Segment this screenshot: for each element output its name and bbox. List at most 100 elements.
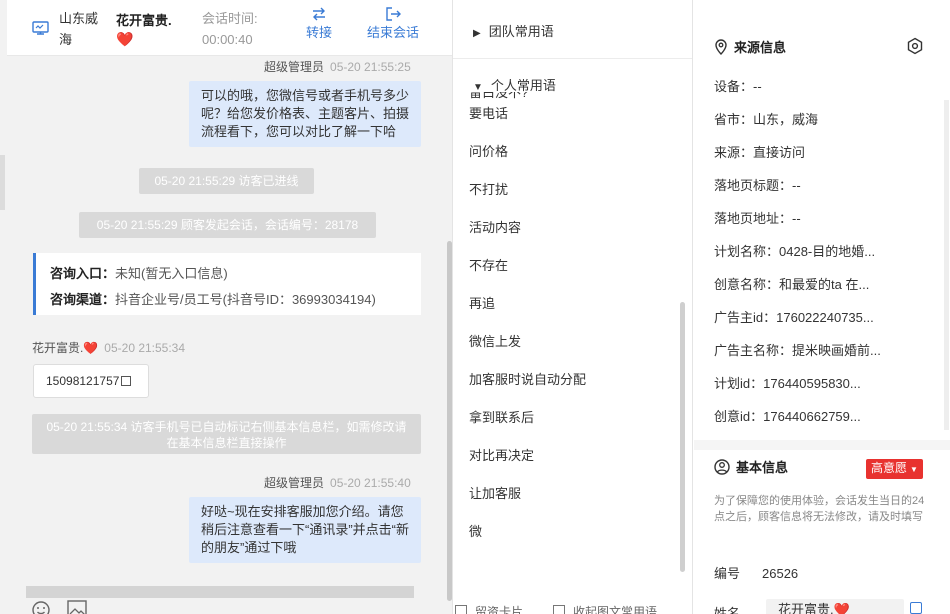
plan-name-field: 计划名称：0428-目的地婚...: [714, 243, 899, 261]
entry-value: 未知(暂无入口信息): [115, 266, 228, 281]
source-label: 来源：: [714, 145, 754, 160]
emoji-icon[interactable]: [31, 600, 51, 614]
collapse-phrases-button[interactable]: 收起图文常用语: [573, 603, 657, 614]
name-value: 花开富贵.: [778, 602, 834, 614]
basic-info-title: 基本信息: [714, 459, 788, 477]
source-info-title: 来源信息: [714, 39, 786, 57]
visitor-message-bubble[interactable]: 15098121757: [33, 364, 149, 398]
copy-icon[interactable]: [121, 376, 132, 386]
advertiser-name-value: 提米映画婚前...: [792, 343, 881, 358]
phone-text: 15098121757: [46, 374, 120, 388]
visitor-location: 山东威海: [59, 11, 99, 47]
lead-card-button[interactable]: 留资卡片: [475, 603, 523, 614]
transfer-icon: [313, 7, 325, 21]
source-value: 直接访问: [753, 145, 806, 160]
phrase-item[interactable]: 再追: [469, 285, 679, 323]
end-chat-button[interactable]: 结束会话: [361, 7, 425, 41]
province-field: 省市：山东，威海: [714, 111, 899, 129]
device-field: 设备：--: [714, 78, 899, 96]
landing-title-field: 落地页标题：--: [714, 177, 899, 195]
landing-url-value: --: [792, 211, 801, 226]
message-time: 05-20 21:55:34: [104, 341, 186, 355]
phrase-item[interactable]: 对比再决定: [469, 437, 679, 475]
phrase-item[interactable]: 问价格: [469, 133, 679, 171]
caret-right-icon: ▶: [473, 28, 481, 39]
channel-value: 抖音企业号/员工号(抖音号ID：36993034194): [115, 292, 376, 307]
phrase-item[interactable]: 加客服时说自动分配: [469, 361, 679, 399]
creative-id-field: 创意id：176440662759...: [714, 408, 899, 426]
creative-name-label: 创意名称：: [714, 277, 780, 292]
source-info-label: 来源信息: [734, 40, 787, 55]
heart-emoji: ❤️: [833, 602, 850, 614]
advertiser-name-label: 广告主名称：: [714, 343, 793, 358]
phrase-scrollbar[interactable]: [680, 302, 685, 572]
image-icon[interactable]: [67, 600, 87, 614]
advertiser-id-label: 广告主id：: [714, 310, 777, 325]
settings-icon[interactable]: [906, 37, 924, 58]
intent-dropdown[interactable]: 高意愿 ▼: [866, 459, 923, 479]
advertiser-id-field: 广告主id：176022240735...: [714, 309, 899, 327]
source-field: 来源：直接访问: [714, 144, 899, 162]
chat-message-area[interactable]: 超级管理员 05-20 21:55:25 可以的哦，您微信号或者手机号多少呢？给您…: [7, 56, 452, 614]
edit-icon[interactable]: [910, 602, 922, 614]
message-time: 05-20 21:55:40: [330, 476, 411, 490]
card-icon: [455, 605, 467, 614]
entry-label: 咨询入口：: [50, 266, 116, 281]
landing-title-value: --: [792, 178, 801, 193]
basic-info-label: 基本信息: [736, 460, 789, 475]
phrase-item[interactable]: 不存在: [469, 247, 679, 285]
team-phrases-label: 团队常用语: [488, 24, 554, 39]
plan-name-label: 计划名称：: [714, 244, 780, 259]
logout-icon: [386, 7, 401, 21]
phrase-item[interactable]: 不打扰: [469, 171, 679, 209]
agent-message-bubble: 可以的哦，您微信号或者手机号多少呢？给您发价格表、主题客片、拍摄流程看下，您可以…: [189, 81, 421, 147]
plan-name-value: 0428-目的地婚...: [779, 244, 876, 259]
name-input[interactable]: 花开富贵.❤️: [766, 599, 904, 614]
sender-name: 超级管理员: [264, 476, 325, 490]
creative-id-label: 创意id：: [714, 409, 764, 424]
transfer-label: 转接: [305, 25, 332, 40]
creative-id-value: 176440662759...: [763, 409, 861, 424]
personal-phrases-label: 个人常用语: [490, 78, 556, 93]
message-sender-line: 超级管理员 05-20 21:55:25: [264, 58, 411, 75]
system-message: 05-20 21:55:29 访客已进线: [139, 168, 314, 194]
phrase-list: 要电话 问价格 不打扰 活动内容 不存在 再追 微信上发 加客服时说自动分配 拿…: [469, 95, 679, 551]
left-edge-handle[interactable]: [0, 155, 5, 210]
system-message: 05-20 21:55:29 顾客发起会话，会话编号：28178: [79, 212, 376, 238]
province-label: 省市：: [714, 112, 754, 127]
landing-url-label: 落地页地址：: [714, 211, 793, 226]
phrase-item[interactable]: 要电话: [469, 95, 679, 133]
advertiser-name-field: 广告主名称：提米映画婚前...: [714, 342, 899, 360]
phrase-item[interactable]: 活动内容: [469, 209, 679, 247]
transfer-button[interactable]: 转接: [299, 7, 339, 41]
customer-info-panel: 来源信息 设备：-- 省市：山东，威海 来源：直接访问 落地页标题：-- 落地页…: [694, 0, 950, 614]
team-phrases-group[interactable]: ▶ 团队常用语: [473, 22, 554, 44]
chat-header: 山东威海 花开富贵. ❤️ 会话时间: 00:00:40 转接 结束会话: [7, 0, 452, 56]
info-scrollbar[interactable]: [944, 100, 949, 430]
advertiser-id-value: 176022240735...: [776, 310, 874, 325]
phrase-panel: ▶ 团队常用语 ▼ 个人常用语 留白没不? 要电话 问价格 不打扰 活动内容 不存在…: [453, 0, 693, 614]
sender-name: 超级管理员: [264, 60, 325, 74]
chat-panel: 山东威海 花开富贵. ❤️ 会话时间: 00:00:40 转接 结束会话 超级管…: [0, 0, 453, 614]
plan-id-value: 176440595830...: [763, 376, 861, 391]
province-value: 山东，威海: [753, 112, 819, 127]
location-pin-icon: [715, 39, 727, 55]
phrase-item[interactable]: 微信上发: [469, 323, 679, 361]
section-divider: [694, 440, 950, 450]
session-time-label: 会话时间:: [202, 11, 258, 26]
number-field: 编号 26526: [714, 563, 798, 582]
visitor-name-text: 花开富贵.: [116, 13, 172, 28]
phrase-item[interactable]: 让加客服: [469, 475, 679, 513]
caret-down-icon: ▼: [910, 465, 918, 474]
number-label: 编号: [714, 566, 741, 581]
chat-scrollbar[interactable]: [447, 241, 452, 601]
session-time: 会话时间: 00:00:40: [202, 8, 258, 50]
message-time: 05-20 21:55:25: [330, 60, 411, 74]
device-label: 设备：: [714, 79, 754, 94]
channel-label: 咨询渠道：: [50, 292, 116, 307]
phrase-item[interactable]: 微: [469, 513, 679, 551]
intent-label: 高意愿: [871, 461, 908, 475]
number-value: 26526: [762, 566, 799, 581]
phrase-item[interactable]: 拿到联系后: [469, 399, 679, 437]
user-icon: [714, 459, 730, 475]
